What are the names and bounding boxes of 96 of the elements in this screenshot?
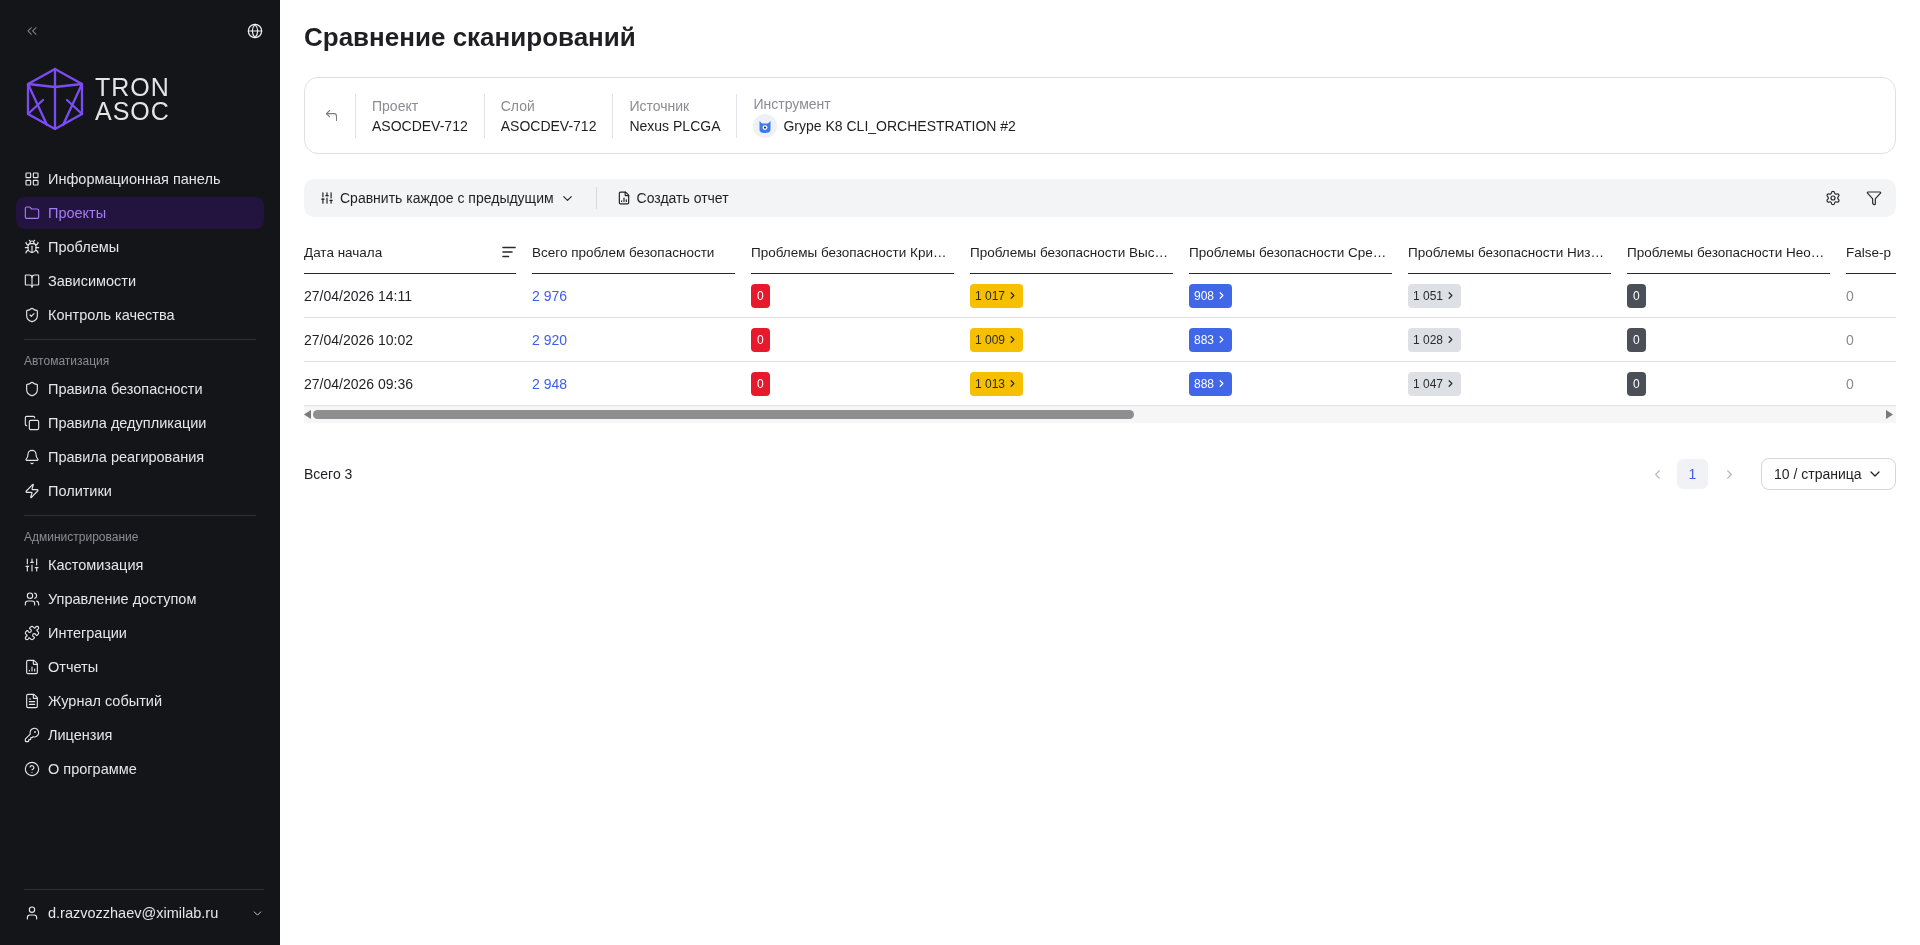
column-header: Проблемы безопасности Нео… [1627, 244, 1825, 260]
page-button[interactable]: 1 [1677, 459, 1708, 489]
field-label: Источник [629, 96, 691, 116]
scroll-right-icon[interactable] [1886, 410, 1893, 419]
column-header: Всего проблем безопасности [532, 244, 715, 260]
nav-item[interactable]: Проблемы [16, 231, 264, 263]
logo-wordmark: TRON ASOC [95, 75, 170, 123]
return-arrow-icon [323, 108, 339, 123]
nav-item[interactable]: Зависимости [16, 265, 264, 297]
help-icon [24, 761, 40, 777]
table-cell: 27/04/2026 09:36 [304, 375, 413, 392]
nav-item[interactable]: Интеграции [16, 617, 264, 649]
book-icon [24, 273, 40, 289]
nav-item[interactable]: Кастомизация [16, 549, 264, 581]
hexagon-logo-icon [25, 67, 85, 131]
nav-item[interactable]: Проекты [16, 197, 264, 229]
field-value: Nexus PLCGA [629, 116, 721, 136]
column-header: Проблемы безопасности Сре… [1189, 244, 1387, 260]
table-cell: 0 [1846, 331, 1854, 348]
severity-count-badge: 0 [1627, 371, 1646, 396]
copy-icon [24, 415, 40, 431]
page-title: Сравнение сканирований [304, 21, 637, 54]
create-report-button[interactable]: Создать отчет [608, 183, 737, 213]
horizontal-scrollbar[interactable] [304, 406, 1896, 423]
nav-item[interactable]: Правила реагирования [16, 441, 264, 473]
column-header: Проблемы безопасности Низ… [1408, 244, 1605, 260]
severity-count-badge[interactable]: 888 [1189, 371, 1233, 396]
field-label: Инструмент [753, 94, 832, 114]
sort-lines-icon[interactable] [502, 246, 516, 258]
key-icon [24, 727, 40, 743]
nav-item[interactable]: О программе [16, 753, 264, 785]
users-icon [24, 591, 40, 607]
nav-item[interactable]: Лицензия [16, 719, 264, 751]
sliders-icon [24, 557, 40, 573]
nav-item[interactable]: Отчеты [16, 651, 264, 683]
severity-count-badge[interactable]: 883 [1189, 327, 1233, 352]
grid-icon [24, 171, 40, 187]
filter-icon [1866, 190, 1882, 206]
settings-icon [1825, 190, 1841, 206]
scroll-left-icon[interactable] [304, 410, 311, 419]
user-icon [24, 905, 40, 921]
page-size-select[interactable]: 10 / страница [1761, 458, 1896, 490]
compare-mode-dropdown[interactable]: Сравнить каждое с предыдущим [312, 183, 583, 213]
issue-count-link[interactable]: 2 948 [532, 375, 568, 392]
puzzle-icon [24, 625, 40, 641]
severity-count-badge: 0 [751, 371, 770, 396]
nav-item[interactable]: Контроль качества [16, 299, 264, 331]
lightning-icon [24, 483, 40, 499]
severity-count-badge: 0 [1627, 327, 1646, 352]
sliders-icon [320, 191, 334, 205]
creature-icon [753, 113, 778, 138]
issue-count-link[interactable]: 2 920 [532, 331, 568, 348]
chart-file-icon [616, 191, 631, 205]
globe-icon[interactable] [247, 23, 263, 39]
nav-item[interactable]: Информационная панель [16, 163, 264, 195]
column-header: Проблемы безопасности Кри… [751, 244, 947, 260]
severity-count-badge[interactable]: 1 013 [970, 371, 1024, 396]
table-cell: 27/04/2026 10:02 [304, 331, 413, 348]
shield-check-icon [24, 307, 40, 323]
severity-count-badge: 0 [1627, 283, 1646, 308]
severity-count-badge[interactable]: 908 [1189, 283, 1233, 308]
table-cell: 0 [1846, 375, 1854, 392]
document-icon [24, 693, 40, 709]
column-header: Проблемы безопасности Выс… [970, 244, 1169, 260]
field-value: Grype K8 CLI_ORCHESTRATION #2 [783, 116, 1016, 136]
nav-item[interactable]: Правила дедупликации [16, 407, 264, 439]
nav-item[interactable]: Правила безопасности [16, 373, 264, 405]
scrollbar-thumb[interactable] [313, 410, 1134, 419]
column-header: Дата начала [304, 244, 383, 260]
severity-count-badge[interactable]: 1 009 [970, 327, 1024, 352]
field-label: Проект [372, 96, 420, 116]
issue-count-link[interactable]: 2 976 [532, 287, 568, 304]
bell-icon [24, 449, 40, 465]
severity-count-badge[interactable]: 1 028 [1408, 327, 1462, 352]
nav-item[interactable]: Управление доступом [16, 583, 264, 615]
severity-count-badge[interactable]: 1 051 [1408, 283, 1462, 308]
table-cell: 0 [1846, 287, 1854, 304]
field-label: Слой [500, 96, 536, 116]
section-label: Администрирование [23, 529, 140, 545]
column-header: False-p [1846, 244, 1891, 260]
severity-count-badge[interactable]: 1 047 [1408, 371, 1462, 396]
severity-count-badge: 0 [751, 283, 770, 308]
section-label: Автоматизация [23, 353, 111, 369]
bug-icon [24, 239, 40, 255]
nav-item[interactable]: Журнал событий [16, 685, 264, 717]
severity-count-badge[interactable]: 1 017 [970, 283, 1024, 308]
field-value: ASOCDEV-712 [372, 116, 468, 136]
user-menu[interactable]: d.razvozzhaev@ximilab.ru [24, 901, 264, 925]
chart-file-icon [24, 659, 40, 675]
shield-icon [24, 381, 40, 397]
severity-count-badge: 0 [751, 327, 770, 352]
nav-item[interactable]: Политики [16, 475, 264, 507]
field-value: ASOCDEV-712 [500, 116, 597, 136]
folder-icon [24, 205, 40, 221]
total-count: Всего 3 [304, 466, 353, 482]
table-cell: 27/04/2026 14:11 [304, 287, 412, 304]
